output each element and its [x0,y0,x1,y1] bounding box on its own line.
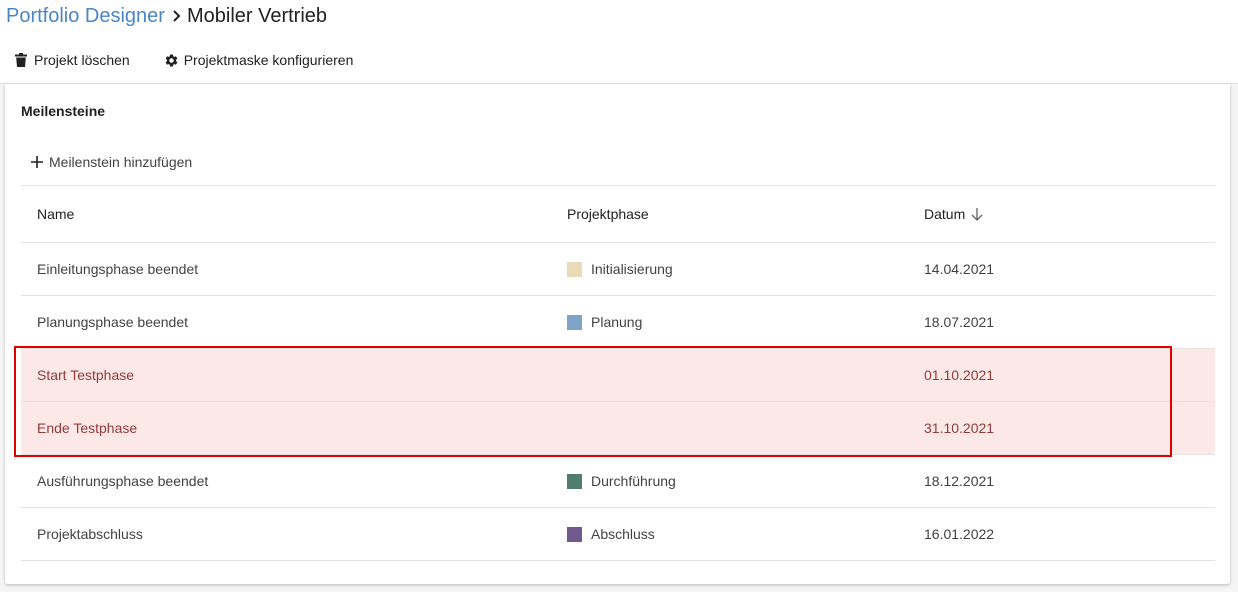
row-phase: Planung [567,296,642,348]
row-phase: Abschluss [567,508,655,560]
row-date: 01.10.2021 [924,367,995,383]
row-name: Einleitungsphase beendet [37,261,199,277]
row-phase-label: Abschluss [591,526,655,542]
table-row[interactable]: Start Testphase 01.10.2021 [21,348,1215,401]
configure-mask-button[interactable]: Projektmaske konfigurieren [164,52,354,68]
row-phase-label: Durchführung [591,473,676,489]
section-title: Meilensteine [21,103,106,119]
add-milestone-button[interactable]: Meilenstein hinzufügen [31,152,192,172]
row-phase-label: Planung [591,314,643,330]
phase-color-swatch [567,526,582,542]
table-row[interactable]: Planungsphase beendet Planung 18.07.2021 [21,295,1215,348]
phase-color-swatch [567,261,582,277]
plus-icon [31,156,43,168]
row-phase-label: Initialisierung [591,261,673,277]
milestones-card: Meilensteine Meilenstein hinzufügen Name… [5,84,1230,584]
row-name: Ausführungsphase beendet [37,473,209,489]
row-name: Planungsphase beendet [37,314,189,330]
column-header-date[interactable]: Datum [924,186,983,242]
row-name: Projektabschluss [37,526,143,542]
table-row[interactable]: Projektabschluss Abschluss 16.01.2022 [21,507,1215,561]
table-row[interactable]: Ende Testphase 31.10.2021 [21,401,1215,454]
row-name: Start Testphase [37,367,135,383]
row-date: 18.12.2021 [924,473,995,489]
page-title: Mobiler Vertrieb [186,4,328,27]
table-row[interactable]: Einleitungsphase beendet Initialisierung… [21,242,1215,295]
gear-icon [164,53,179,68]
column-header-name[interactable]: Name [37,186,74,242]
trash-icon [15,53,27,67]
toolbar: Projekt löschen Projektmaske konfigurier… [0,48,353,72]
row-phase: Durchführung [567,455,676,507]
delete-project-label: Projekt löschen [34,52,130,68]
table-header-row: Name Projektphase Datum [21,185,1215,242]
arrow-down-icon [971,207,983,221]
row-name: Ende Testphase [37,420,138,436]
row-date: 16.01.2022 [924,526,995,542]
table-row[interactable]: Ausführungsphase beendet Durchführung 18… [21,454,1215,507]
milestones-table: Name Projektphase Datum Einleitungsphase… [21,185,1215,561]
row-date: 14.04.2021 [924,261,995,277]
row-phase: Initialisierung [567,243,673,295]
delete-project-button[interactable]: Projekt löschen [15,52,130,68]
row-date: 18.07.2021 [924,314,995,330]
breadcrumb-root-link[interactable]: Portfolio Designer [6,5,165,28]
column-header-phase[interactable]: Projektphase [567,186,649,242]
configure-mask-label: Projektmaske konfigurieren [183,52,354,68]
row-date: 31.10.2021 [924,420,995,436]
phase-color-swatch [567,314,582,330]
phase-color-swatch [567,473,582,489]
breadcrumb: Portfolio Designer Mobiler Vertrieb [6,4,327,28]
add-milestone-label: Meilenstein hinzufügen [49,154,193,170]
column-header-date-label: Datum [924,206,966,222]
chevron-right-icon [172,9,181,23]
